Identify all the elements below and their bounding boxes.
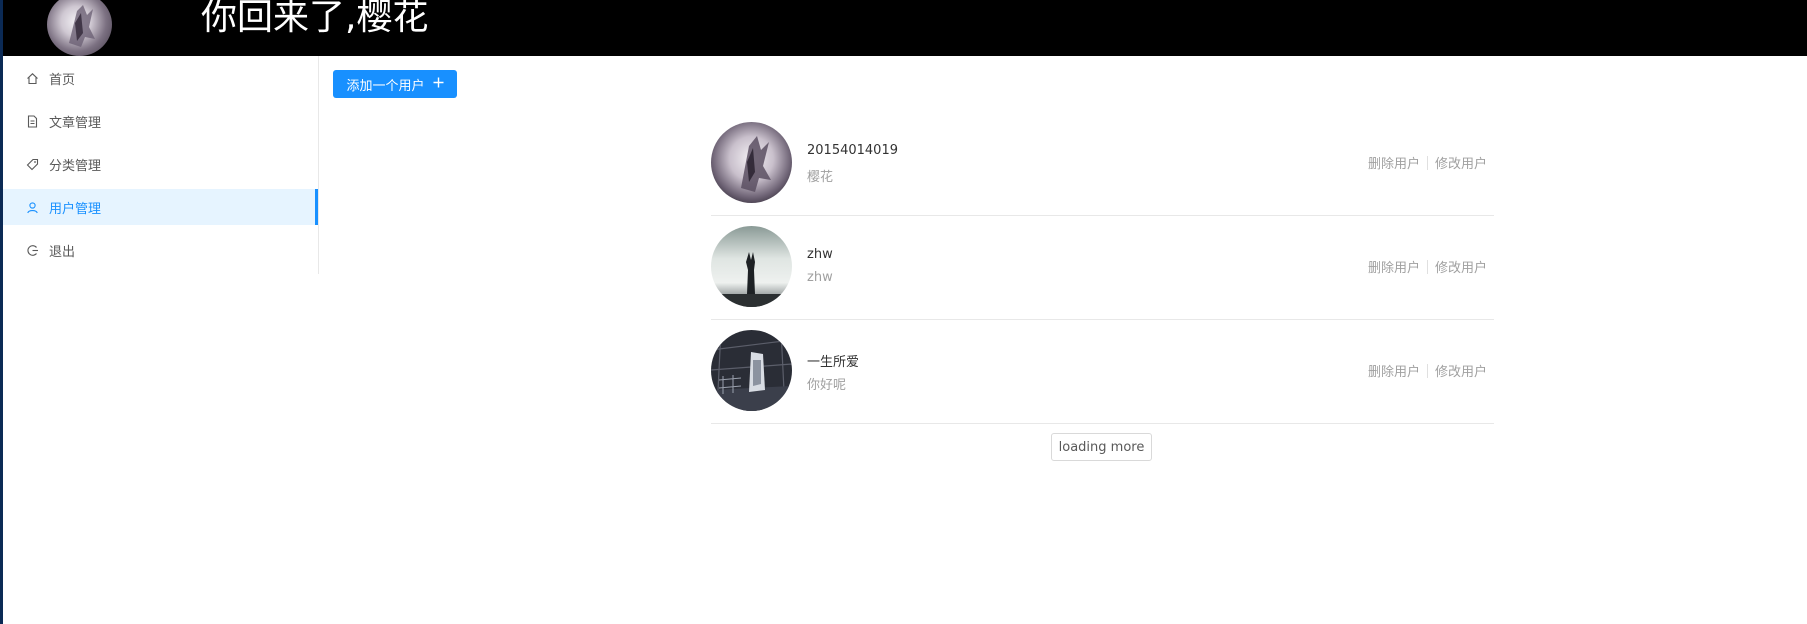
delete-user-button[interactable]: 删除用户 bbox=[1368, 257, 1420, 276]
logout-icon bbox=[25, 243, 39, 257]
tag-icon bbox=[25, 157, 39, 171]
sidebar-item-categories[interactable]: 分类管理 bbox=[3, 146, 318, 182]
delete-user-button[interactable]: 删除用户 bbox=[1368, 361, 1420, 380]
user-actions: 删除用户 修改用户 bbox=[1368, 257, 1487, 276]
edit-user-button[interactable]: 修改用户 bbox=[1435, 257, 1487, 276]
edit-user-button[interactable]: 修改用户 bbox=[1435, 361, 1487, 380]
delete-user-button[interactable]: 删除用户 bbox=[1368, 153, 1420, 172]
load-more-button[interactable]: loading more bbox=[1051, 433, 1152, 461]
sidebar-item-logout[interactable]: 退出 bbox=[3, 232, 318, 268]
list-item: zhw zhw 删除用户 修改用户 bbox=[711, 216, 1494, 320]
user-name: 一生所爱 bbox=[807, 355, 860, 370]
avatar[interactable] bbox=[711, 122, 792, 203]
user-description: zhw bbox=[807, 270, 833, 285]
action-divider bbox=[1426, 363, 1428, 378]
avatar[interactable] bbox=[711, 330, 792, 411]
user-description: 你好呢 bbox=[807, 378, 847, 393]
edit-user-button[interactable]: 修改用户 bbox=[1435, 153, 1487, 172]
header-bar: 你回来了,樱花 bbox=[3, 0, 1807, 56]
sidebar-item-label: 文章管理 bbox=[49, 115, 102, 131]
home-icon bbox=[25, 71, 39, 85]
user-description: 樱花 bbox=[807, 170, 834, 185]
action-divider bbox=[1426, 155, 1428, 170]
sidebar-menu: 首页 文章管理 分类管理 用户管理 退出 bbox=[3, 56, 319, 274]
list-item: 一生所爱 你好呢 删除用户 修改用户 bbox=[711, 320, 1494, 424]
user-actions: 删除用户 修改用户 bbox=[1368, 361, 1487, 380]
user-name: 20154014019 bbox=[807, 143, 898, 158]
action-divider bbox=[1426, 259, 1428, 274]
sidebar-item-home[interactable]: 首页 bbox=[3, 60, 318, 96]
user-list: 20154014019 樱花 删除用户 修改用户 zhw zhw 删除用户 修改… bbox=[711, 112, 1494, 424]
sidebar-item-label: 首页 bbox=[49, 72, 76, 88]
add-user-label: 添加一个用户 bbox=[346, 78, 425, 94]
add-user-button[interactable]: 添加一个用户 bbox=[333, 70, 457, 98]
user-icon bbox=[25, 200, 39, 214]
user-name: zhw bbox=[807, 247, 833, 262]
avatar[interactable] bbox=[711, 226, 792, 307]
plus-icon bbox=[433, 77, 444, 92]
file-text-icon bbox=[25, 114, 39, 128]
list-item: 20154014019 樱花 删除用户 修改用户 bbox=[711, 112, 1494, 216]
header-avatar[interactable] bbox=[47, 0, 112, 56]
sidebar-item-articles[interactable]: 文章管理 bbox=[3, 103, 318, 139]
sidebar-item-label: 退出 bbox=[49, 244, 76, 260]
sidebar-item-label: 用户管理 bbox=[49, 201, 102, 217]
user-actions: 删除用户 修改用户 bbox=[1368, 153, 1487, 172]
sidebar-item-users[interactable]: 用户管理 bbox=[3, 189, 318, 225]
welcome-title: 你回来了,樱花 bbox=[201, 0, 429, 38]
sidebar-item-label: 分类管理 bbox=[49, 158, 102, 174]
